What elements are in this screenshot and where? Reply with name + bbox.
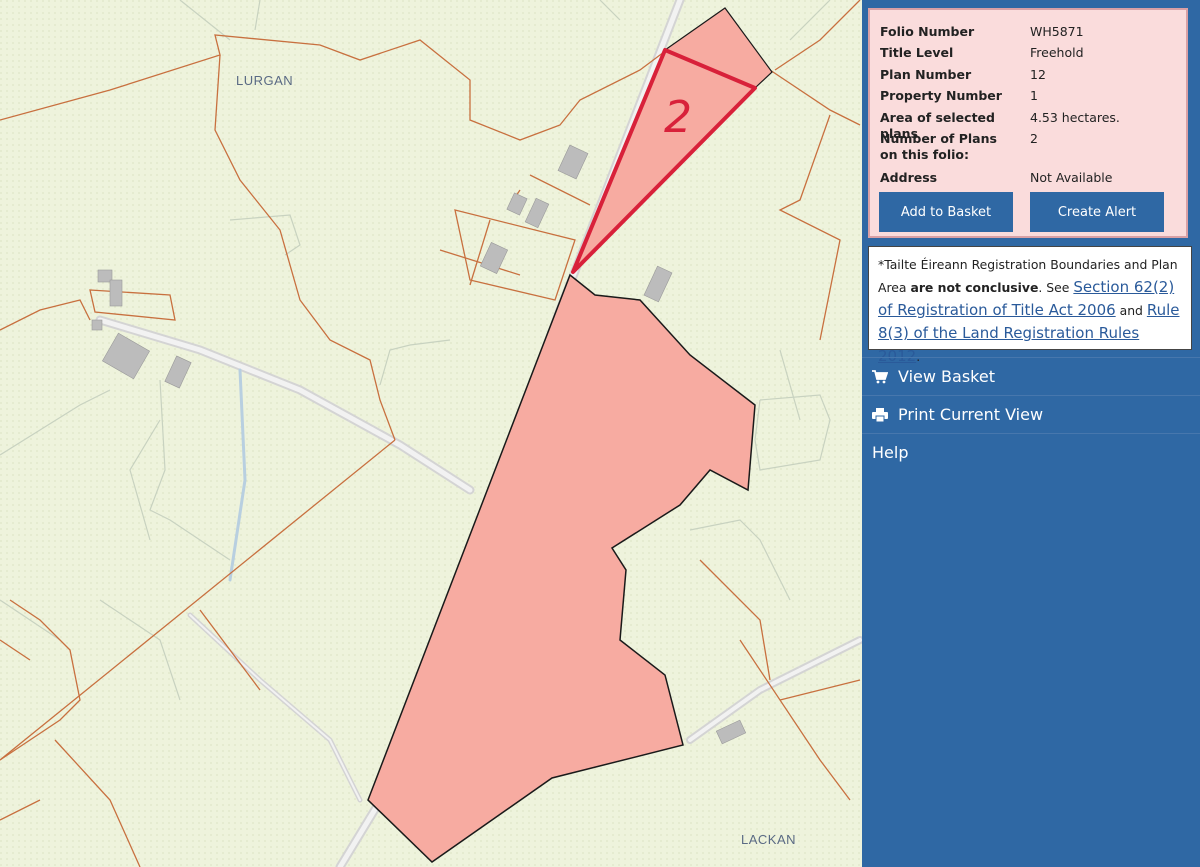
notice-text-and: and bbox=[1115, 303, 1147, 318]
add-to-basket-button[interactable]: Add to Basket bbox=[879, 192, 1013, 232]
help-menu-item[interactable]: Help bbox=[862, 433, 1200, 471]
print-view-label: Print Current View bbox=[898, 404, 1044, 424]
property-number-value: 1 bbox=[1030, 88, 1038, 103]
place-label-lackan: LACKAN bbox=[741, 832, 796, 847]
address-label: Address bbox=[880, 170, 938, 185]
shopping-cart-icon bbox=[872, 369, 888, 385]
notice-text-bold: are not conclusive bbox=[910, 280, 1039, 295]
property-number-label: Property Number bbox=[880, 88, 1002, 103]
title-level-value: Freehold bbox=[1030, 45, 1084, 60]
map-canvas[interactable]: 2 LURGAN LACKAN bbox=[0, 0, 862, 867]
registration-notice: *Tailte Éireann Registration Boundaries … bbox=[868, 246, 1192, 365]
folio-number-value: WH5871 bbox=[1030, 24, 1084, 39]
printer-icon bbox=[872, 407, 888, 423]
folio-number-label: Folio Number bbox=[880, 24, 975, 39]
sidebar: Folio Number WH5871 Title Level Freehold… bbox=[862, 0, 1200, 867]
plans-count-label: Number of Plans on this folio: bbox=[880, 131, 997, 162]
folio-info-card: Folio Number WH5871 Title Level Freehold… bbox=[868, 8, 1188, 238]
print-view-menu-item[interactable]: Print Current View bbox=[862, 395, 1200, 433]
title-level-label: Title Level bbox=[880, 45, 954, 60]
plans-count-value: 2 bbox=[1030, 131, 1038, 146]
view-basket-menu-item[interactable]: View Basket bbox=[862, 357, 1200, 395]
plan-number-marker: 2 bbox=[664, 92, 692, 143]
view-basket-label: View Basket bbox=[898, 366, 995, 386]
notice-text-see: . See bbox=[1038, 280, 1074, 295]
create-alert-button[interactable]: Create Alert bbox=[1030, 192, 1164, 232]
address-value: Not Available bbox=[1030, 170, 1113, 185]
place-label-lurgan: LURGAN bbox=[236, 73, 293, 88]
help-label: Help bbox=[872, 442, 909, 462]
plan-number-label: Plan Number bbox=[880, 67, 972, 82]
plan-number-value: 12 bbox=[1030, 67, 1046, 82]
area-value: 4.53 hectares. bbox=[1030, 110, 1120, 125]
